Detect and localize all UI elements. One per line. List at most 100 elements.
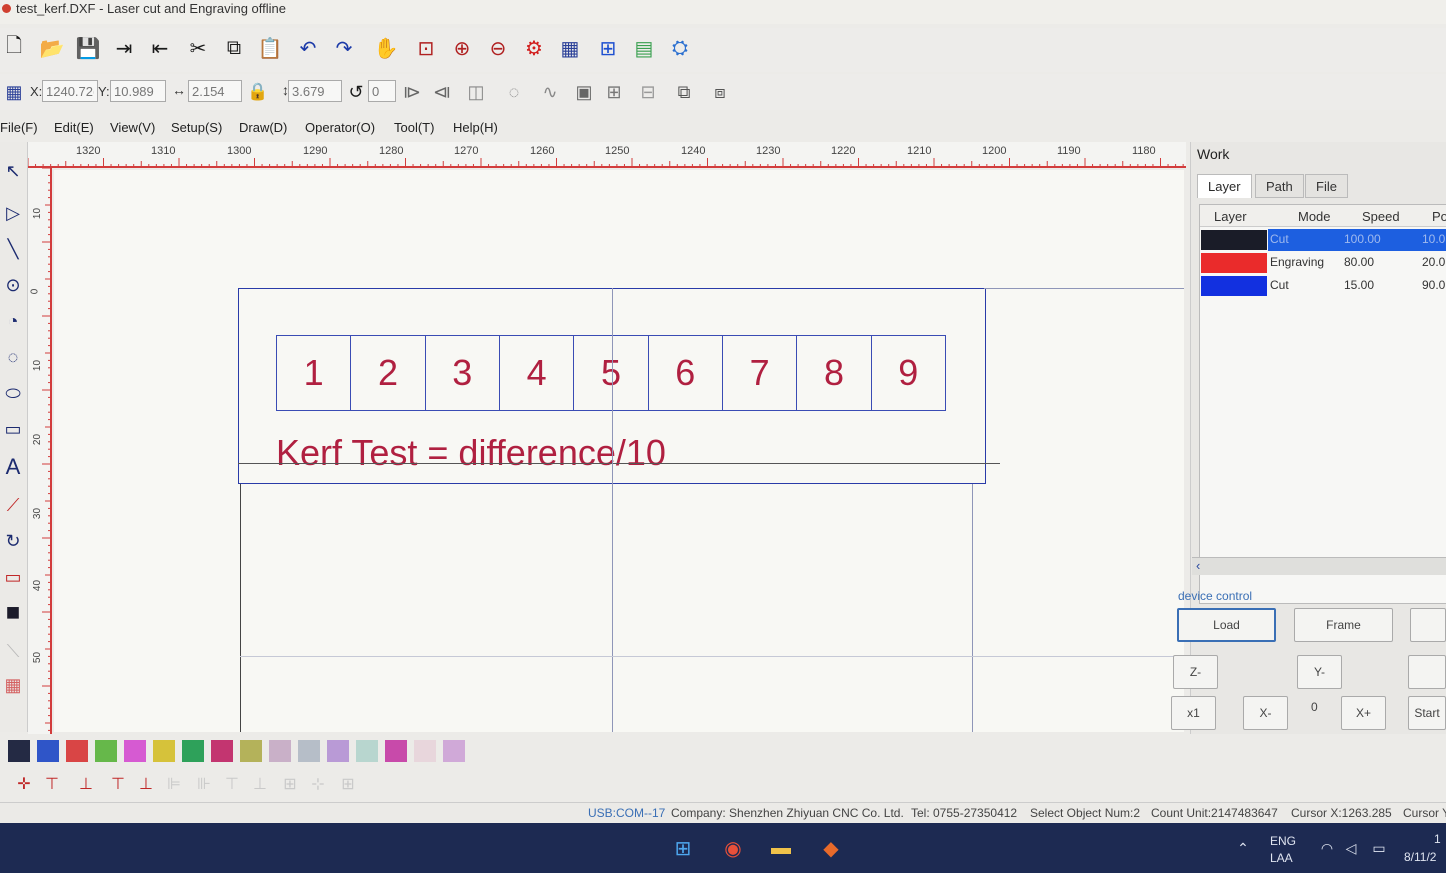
align-top-icon[interactable]: ⊤ xyxy=(106,772,130,796)
height-input[interactable] xyxy=(288,80,342,102)
menu-view[interactable]: View(V) xyxy=(110,120,155,135)
layer-row[interactable]: Engraving 80.00 20.0 xyxy=(1200,252,1446,274)
node-edit-icon[interactable]: ▷ xyxy=(0,198,26,228)
ungroup-icon[interactable]: ⊟ xyxy=(634,78,662,106)
frame-button[interactable]: Frame xyxy=(1294,608,1393,642)
import-icon[interactable]: ⇥ xyxy=(110,34,138,62)
width-input[interactable] xyxy=(188,80,242,102)
rotate-tool-icon[interactable]: ↻ xyxy=(0,526,26,556)
x-plus-button[interactable]: X+ xyxy=(1341,696,1386,730)
menu-help[interactable]: Help(H) xyxy=(453,120,498,135)
layer-row[interactable]: Cut 100.00 10.0 xyxy=(1200,229,1446,251)
volume-icon[interactable]: ◁ xyxy=(1336,833,1366,863)
copy-icon[interactable]: ⧉ xyxy=(220,34,248,62)
rotate-angle-input[interactable] xyxy=(368,80,396,102)
step-x1-button[interactable]: x1 xyxy=(1171,696,1216,730)
color-swatch[interactable] xyxy=(443,740,465,762)
layer-color[interactable] xyxy=(1201,230,1267,250)
y-coordinate-input[interactable] xyxy=(110,80,166,102)
circle-icon[interactable]: ◌ xyxy=(0,342,26,372)
color-swatch[interactable] xyxy=(66,740,88,762)
same-height-icon[interactable]: ⊥ xyxy=(248,772,272,796)
layer-table-scrollbar[interactable]: ‹ xyxy=(1192,557,1446,575)
clock-date[interactable]: 8/11/2 xyxy=(1404,850,1436,864)
mirror-vertical-icon[interactable]: ⧏ xyxy=(428,78,456,106)
same-size-icon[interactable]: ⊞ xyxy=(278,772,302,796)
menu-operator[interactable]: Operator(O) xyxy=(305,120,375,135)
color-swatch[interactable] xyxy=(269,740,291,762)
color-swatch[interactable] xyxy=(37,740,59,762)
settings-gear-icon[interactable]: ⚙ xyxy=(520,34,548,62)
new-file-icon[interactable]: 🗋 xyxy=(0,34,28,62)
x-coordinate-input[interactable] xyxy=(42,80,98,102)
center-v-icon[interactable]: ⊞ xyxy=(336,772,360,796)
menu-tool[interactable]: Tool(T) xyxy=(394,120,434,135)
frame-icon[interactable]: ▣ xyxy=(570,78,598,106)
circle-center-icon[interactable]: ⊙ xyxy=(0,270,26,300)
export-icon[interactable]: ⇤ xyxy=(146,34,174,62)
text-icon[interactable]: A xyxy=(0,452,26,482)
rotate-icon[interactable]: ↺ xyxy=(342,78,370,106)
align-center-icon[interactable]: ✛ xyxy=(12,772,36,796)
fill-rect-icon[interactable]: ■ xyxy=(0,598,26,628)
align-left-icon[interactable]: ⊤ xyxy=(40,772,64,796)
x-minus-button[interactable]: X- xyxy=(1243,696,1288,730)
color-swatch[interactable] xyxy=(414,740,436,762)
menu-draw[interactable]: Draw(D) xyxy=(239,120,287,135)
layer-row[interactable]: Cut 15.00 90.0 xyxy=(1200,275,1446,297)
color-swatch[interactable] xyxy=(95,740,117,762)
tab-file[interactable]: File xyxy=(1305,174,1348,198)
chrome-icon[interactable]: ◉ xyxy=(718,833,748,863)
ruler-tool-icon[interactable]: ⟍ xyxy=(0,636,26,666)
select-arrow-icon[interactable]: ↖ xyxy=(0,156,26,186)
color-swatch[interactable] xyxy=(8,740,30,762)
same-width-icon[interactable]: ⊤ xyxy=(220,772,244,796)
group-icon[interactable]: ⊞ xyxy=(600,78,628,106)
split-icon[interactable]: ◫ xyxy=(462,78,490,106)
table-icon[interactable]: ▤ xyxy=(630,34,658,62)
color-swatch[interactable] xyxy=(385,740,407,762)
ellipse-icon[interactable]: ⬭ xyxy=(0,378,26,408)
undo-icon[interactable]: ↶ xyxy=(294,34,322,62)
center-h-icon[interactable]: ⊹ xyxy=(306,772,330,796)
layer-color[interactable] xyxy=(1201,253,1267,273)
color-swatch[interactable] xyxy=(327,740,349,762)
color-swatch[interactable] xyxy=(240,740,262,762)
measure-icon[interactable]: ⟋ xyxy=(0,490,26,520)
pan-hand-icon[interactable]: ✋ xyxy=(372,34,400,62)
array-icon[interactable]: ⊞ xyxy=(594,34,622,62)
line-icon[interactable]: ╲ xyxy=(0,234,26,264)
battery-icon[interactable]: ▭ xyxy=(1364,833,1394,863)
zoom-out-icon[interactable]: ⊖ xyxy=(484,34,512,62)
lang-indicator-bottom[interactable]: LAA xyxy=(1270,851,1293,865)
extra-button-2[interactable] xyxy=(1408,655,1446,689)
cut-icon[interactable]: ✂ xyxy=(184,34,212,62)
align-right-icon[interactable]: ⊥ xyxy=(74,772,98,796)
kerf-number-grid[interactable]: 1 2 3 4 5 6 7 8 9 xyxy=(276,335,946,411)
align-bottom-icon[interactable]: ⊥ xyxy=(134,772,158,796)
position-grid-icon[interactable]: ▦ xyxy=(0,78,28,106)
combine-icon[interactable]: ⧉ xyxy=(670,78,698,106)
color-swatch[interactable] xyxy=(182,740,204,762)
start-button[interactable]: Start xyxy=(1408,696,1446,730)
zoom-window-icon[interactable]: ⊡ xyxy=(412,34,440,62)
z-minus-button[interactable]: Z- xyxy=(1173,655,1218,689)
scroll-left-icon[interactable]: ‹ xyxy=(1196,558,1200,573)
open-folder-icon[interactable]: 📂 xyxy=(38,34,66,62)
clock-time[interactable]: 1 xyxy=(1434,832,1441,846)
mirror-horizontal-icon[interactable]: ⧐ xyxy=(398,78,426,106)
color-swatch[interactable] xyxy=(211,740,233,762)
zoom-in-icon[interactable]: ⊕ xyxy=(448,34,476,62)
lock-icon[interactable]: 🔒 xyxy=(244,78,272,106)
distribute-v-icon[interactable]: ⊪ xyxy=(192,772,216,796)
file-explorer-icon[interactable]: ▬ xyxy=(766,833,796,863)
extra-button[interactable] xyxy=(1410,608,1446,642)
reverse-path-icon[interactable]: ◌ xyxy=(500,78,528,106)
menu-file[interactable]: File(F) xyxy=(0,120,38,135)
array-tool-icon[interactable]: ▦ xyxy=(0,670,26,700)
rect-outline-icon[interactable]: ▭ xyxy=(0,562,26,592)
laser-app-icon[interactable]: ◆ xyxy=(816,833,846,863)
machine-icon[interactable]: ⛭ xyxy=(666,34,694,62)
paste-icon[interactable]: 📋 xyxy=(256,34,284,62)
color-swatch[interactable] xyxy=(153,740,175,762)
